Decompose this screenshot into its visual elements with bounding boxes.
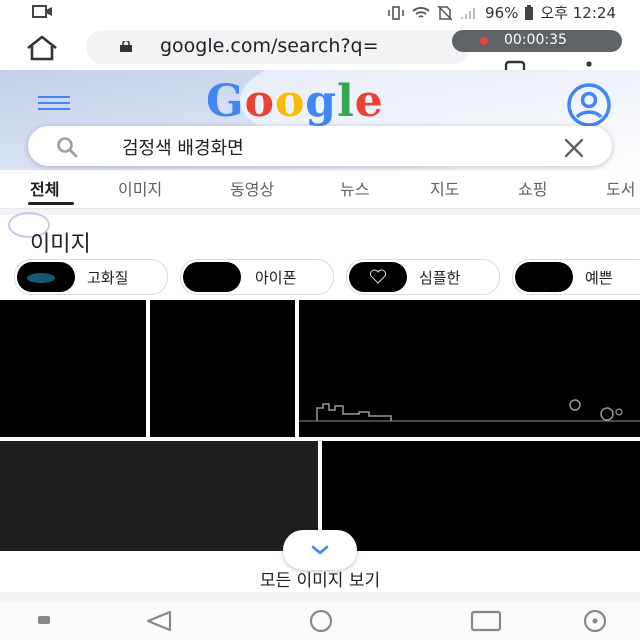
tab-books[interactable]: 도서 bbox=[606, 176, 635, 200]
search-tabs: 전체 이미지 동영상 뉴스 지도 쇼핑 도서 bbox=[0, 172, 640, 209]
search-icon bbox=[57, 137, 78, 158]
image-result[interactable] bbox=[322, 441, 640, 551]
clear-search-icon[interactable] bbox=[562, 136, 586, 160]
logo-letter: l bbox=[337, 76, 355, 127]
expand-images-button[interactable] bbox=[283, 530, 357, 570]
screen-record-icon bbox=[32, 5, 52, 18]
skyline-graphic bbox=[299, 399, 640, 422]
section-divider bbox=[0, 209, 640, 215]
status-right: 96% 오후 12:24 bbox=[387, 2, 616, 23]
recording-timer: 00:00:35 bbox=[452, 30, 622, 52]
chip-label: 심플한 bbox=[419, 269, 461, 287]
chip-label: 고화질 bbox=[87, 269, 129, 287]
home-icon[interactable] bbox=[24, 34, 60, 62]
chip-thumbnail bbox=[17, 262, 75, 292]
view-all-images-link[interactable]: 모든 이미지 보기 bbox=[0, 566, 640, 591]
chevron-down-icon bbox=[311, 545, 329, 555]
tab-images[interactable]: 이미지 bbox=[118, 176, 162, 200]
google-doodle-logo[interactable]: Google bbox=[206, 76, 384, 127]
logo-letter: o bbox=[244, 76, 275, 127]
lock-icon bbox=[120, 41, 132, 52]
recents-icon[interactable] bbox=[470, 610, 502, 632]
logo-letter: G bbox=[206, 76, 245, 127]
logo-letter: e bbox=[354, 76, 384, 127]
url-text: google.com/search?q= bbox=[160, 35, 379, 57]
tab-news[interactable]: 뉴스 bbox=[340, 176, 369, 200]
chip-iphone[interactable]: 아이폰 bbox=[180, 259, 334, 295]
chip-pretty[interactable]: 예쁜 bbox=[512, 259, 640, 295]
images-section-title: 이미지 bbox=[30, 232, 91, 257]
android-nav-bar bbox=[0, 602, 640, 640]
image-result[interactable] bbox=[150, 300, 295, 437]
vibrate-icon bbox=[388, 5, 404, 20]
logo-letter: g bbox=[305, 76, 338, 127]
battery-icon bbox=[525, 4, 534, 20]
chip-thumbnail bbox=[183, 262, 241, 292]
account-icon[interactable] bbox=[566, 82, 612, 128]
chip-simple[interactable]: 심플한 bbox=[346, 259, 500, 295]
chip-hd[interactable]: 고화질 bbox=[14, 259, 168, 295]
tab-maps[interactable]: 지도 bbox=[430, 176, 459, 200]
browser-toolbar: google.com/search?q= 00:00:35 bbox=[0, 24, 640, 85]
address-bar[interactable]: google.com/search?q= bbox=[86, 30, 470, 64]
image-result[interactable] bbox=[0, 300, 146, 437]
record-dot-icon bbox=[480, 37, 488, 45]
no-sim-icon bbox=[437, 4, 453, 21]
chip-thumbnail bbox=[349, 262, 407, 292]
section-divider bbox=[0, 592, 640, 602]
status-bar: 96% 오후 12:24 bbox=[0, 0, 640, 24]
tab-shopping[interactable]: 쇼핑 bbox=[518, 176, 547, 200]
search-input[interactable]: 검정색 배경화면 bbox=[122, 134, 244, 160]
search-box[interactable]: 검정색 배경화면 bbox=[28, 126, 612, 166]
tab-videos[interactable]: 동영상 bbox=[230, 176, 274, 200]
chip-thumbnail bbox=[515, 262, 573, 292]
active-tab-indicator bbox=[28, 202, 74, 205]
clock: 오후 12:24 bbox=[540, 4, 616, 22]
chip-label: 예쁜 bbox=[585, 269, 613, 287]
chip-label: 아이폰 bbox=[255, 269, 297, 287]
back-icon[interactable] bbox=[144, 610, 174, 632]
battery-percent: 96% bbox=[485, 3, 519, 22]
signal-icon bbox=[461, 7, 476, 19]
image-result[interactable] bbox=[0, 441, 318, 551]
assistant-icon[interactable] bbox=[580, 610, 610, 632]
timer-text: 00:00:35 bbox=[504, 32, 567, 48]
logo-letter: o bbox=[274, 76, 306, 127]
wifi-icon bbox=[412, 6, 430, 18]
hamburger-menu-icon[interactable] bbox=[38, 92, 70, 114]
home-nav-icon[interactable] bbox=[306, 610, 336, 632]
image-result[interactable] bbox=[299, 300, 640, 437]
nav-dot-icon[interactable] bbox=[38, 616, 50, 624]
tab-all[interactable]: 전체 bbox=[30, 176, 59, 200]
